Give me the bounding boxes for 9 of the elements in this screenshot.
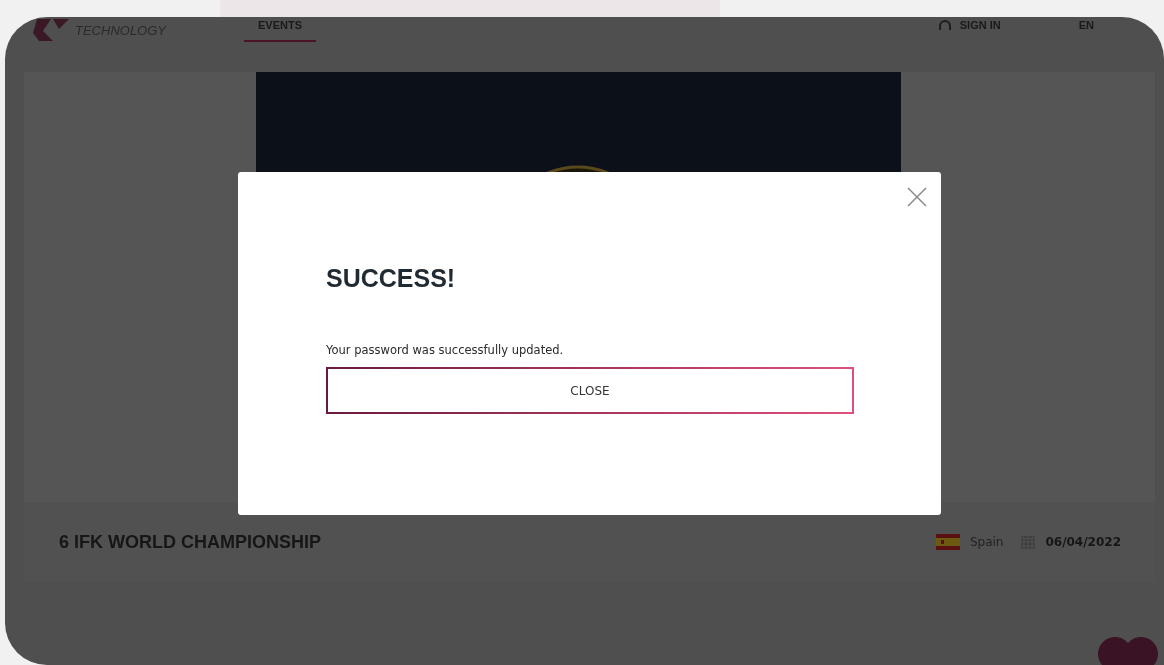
close-button[interactable]: CLOSE [326,367,854,414]
close-icon[interactable] [907,187,927,207]
logo-icon [31,19,71,41]
event-date: 06/04/2022 [1045,535,1121,549]
flag-icon [935,534,960,550]
dialog-title: SUCCESS! [326,264,456,293]
event-title: 6 IFK WORLD CHAMPIONSHIP [59,531,321,553]
dialog-message: Your password was successfully updated. [326,343,564,357]
user-icon [937,20,952,30]
